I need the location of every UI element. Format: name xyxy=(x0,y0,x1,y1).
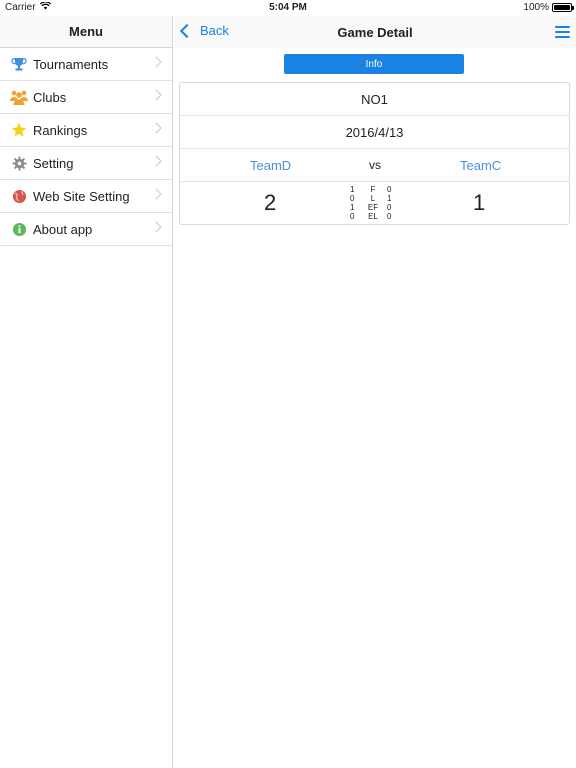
game-detail-card: NO1 2016/4/13 TeamD vs TeamC 2 1 F 0 0 L… xyxy=(179,82,570,225)
score-left: 2 xyxy=(264,190,277,215)
sidebar-item-rankings[interactable]: Rankings xyxy=(0,114,172,147)
chevron-right-icon xyxy=(150,155,162,167)
chevron-left-icon xyxy=(179,23,195,38)
teams-row: TeamD vs TeamC xyxy=(180,149,569,182)
status-bar: Carrier 5:04 PM 100% xyxy=(0,0,576,16)
sidebar-item-clubs[interactable]: Clubs xyxy=(0,81,172,114)
sidebar-item-tournaments[interactable]: Tournaments xyxy=(0,48,172,81)
sidebar-item-label: Rankings xyxy=(33,122,88,138)
team-right-link[interactable]: TeamC xyxy=(460,158,501,173)
sidebar-item-label: About app xyxy=(33,221,93,237)
sidebar-item-label: Web Site Setting xyxy=(33,188,130,204)
chevron-right-icon xyxy=(150,188,162,200)
globe-icon xyxy=(10,187,28,205)
sidebar-menu: Menu Tournaments Clubs Rankings Setting … xyxy=(0,16,173,768)
back-button[interactable]: Back xyxy=(179,23,229,38)
navigation-bar: Back Game Detail xyxy=(174,16,576,48)
main-content: Back Game Detail Info NO1 2016/4/13 Team… xyxy=(174,16,576,768)
page-title: Game Detail xyxy=(337,25,413,40)
star-icon xyxy=(10,121,28,139)
sidebar-item-label: Tournaments xyxy=(33,56,109,72)
info-icon xyxy=(10,220,28,238)
game-date: 2016/4/13 xyxy=(180,116,569,149)
stats-row: 0 L 1 xyxy=(350,194,392,203)
chevron-right-icon xyxy=(150,122,162,134)
stats-row: 1 EF 0 xyxy=(350,203,392,212)
team-left-link[interactable]: TeamD xyxy=(250,158,291,173)
chevron-right-icon xyxy=(150,89,162,101)
score-row: 2 1 F 0 0 L 1 1 EF 0 0 EL 0 1 xyxy=(180,182,569,225)
hamburger-menu-icon[interactable] xyxy=(555,26,570,38)
trophy-icon xyxy=(10,55,28,73)
chevron-right-icon xyxy=(150,221,162,233)
battery-icon xyxy=(552,3,574,12)
sidebar-item-label: Setting xyxy=(33,155,74,171)
sidebar-item-about-app[interactable]: About app xyxy=(0,213,172,246)
game-number: NO1 xyxy=(180,83,569,116)
sidebar-item-web-site-setting[interactable]: Web Site Setting xyxy=(0,180,172,213)
tab-info[interactable]: Info xyxy=(284,54,464,74)
sidebar-title: Menu xyxy=(0,16,172,48)
sidebar-item-label: Clubs xyxy=(33,89,67,105)
battery-percent: 100% xyxy=(523,2,549,13)
stats-table: 1 F 0 0 L 1 1 EF 0 0 EL 0 xyxy=(350,185,393,221)
back-label: Back xyxy=(200,23,229,38)
vs-label: vs xyxy=(369,158,381,172)
sidebar-item-setting[interactable]: Setting xyxy=(0,147,172,180)
chevron-right-icon xyxy=(150,56,162,68)
gear-icon xyxy=(10,154,28,172)
score-right: 1 xyxy=(473,190,486,215)
status-time: 5:04 PM xyxy=(269,2,307,13)
stats-row: 0 EL 0 xyxy=(350,212,392,221)
people-icon xyxy=(10,88,28,106)
stats-row: 1 F 0 xyxy=(350,185,392,194)
